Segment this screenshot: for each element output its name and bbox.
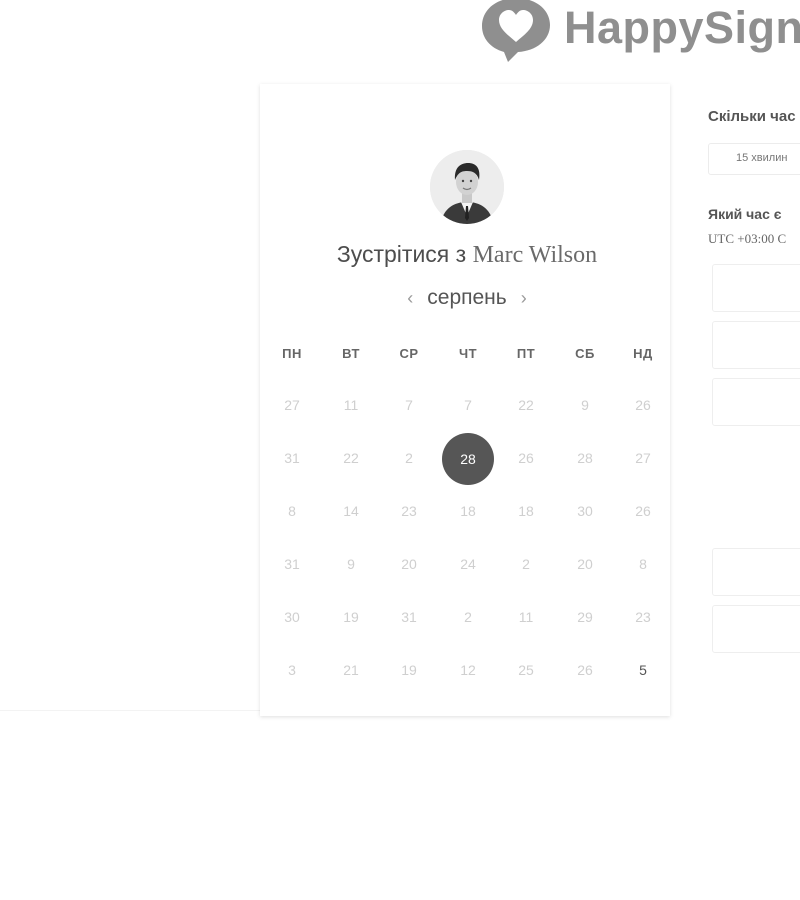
calendar-day: 26: [635, 503, 651, 519]
calendar-day: 11: [518, 609, 534, 625]
time-slot[interactable]: [712, 378, 800, 426]
calendar-day: 31: [401, 609, 417, 625]
calendar-day: 23: [635, 609, 651, 625]
calendar-day: 30: [577, 503, 593, 519]
calendar-day: 2: [405, 450, 413, 466]
selected-date[interactable]: 28: [442, 433, 494, 485]
calendar-day: 2: [522, 556, 530, 572]
time-slot[interactable]: [712, 264, 800, 312]
chevron-left-icon[interactable]: ‹: [407, 286, 413, 310]
time-selection-panel: Скільки час 15 хвилин Який час є UTC +03…: [708, 100, 800, 700]
calendar-card: Зустрітися з Marc Wilson ‹ серпень › ПН В…: [260, 84, 670, 716]
calendar-day: 22: [518, 397, 534, 413]
calendar-day: 11: [343, 397, 359, 413]
weekday-label: ПН: [282, 346, 302, 361]
calendar-day: 20: [401, 556, 417, 572]
calendar-day[interactable]: 5: [618, 645, 668, 695]
meeting-title: Зустрітися з Marc Wilson: [260, 241, 674, 269]
calendar-day: 20: [577, 556, 593, 572]
booking-page: HappySign Зустрітися з Marc Wilson ‹ сер…: [0, 0, 800, 900]
calendar-day: 27: [635, 450, 651, 466]
chevron-right-icon[interactable]: ›: [521, 286, 527, 310]
weekday-label: ЧТ: [458, 346, 478, 361]
calendar-day: 31: [284, 556, 300, 572]
calendar-day: 7: [464, 397, 472, 413]
calendar-day: 31: [284, 450, 300, 466]
calendar-day: 23: [401, 503, 417, 519]
calendar-grid: 27 11 7 7 22 9 26 31 22 2 28 26 28 27 8 14 23 18 18 30 26 31 9…: [260, 384, 670, 704]
calendar-day: 21: [343, 662, 359, 678]
calendar-day: 26: [518, 450, 534, 466]
calendar-day: 26: [577, 662, 593, 678]
avatar: [430, 150, 504, 224]
brand-logo: HappySign: [478, 0, 800, 64]
weekday-label: СР: [399, 346, 419, 361]
duration-question: Скільки час: [708, 108, 796, 125]
calendar-day: 19: [401, 662, 417, 678]
weekday-label: ВТ: [342, 346, 360, 361]
calendar-day: 25: [518, 662, 534, 678]
weekday-label: СБ: [575, 346, 595, 361]
duration-option[interactable]: 15 хвилин: [736, 152, 787, 164]
time-question: Який час є: [708, 206, 782, 222]
calendar-day: 29: [577, 609, 593, 625]
calendar-day: 8: [288, 503, 296, 519]
calendar-day: 30: [284, 609, 300, 625]
month-navigation: ‹ серпень ›: [260, 286, 674, 310]
person-avatar: [430, 150, 504, 224]
heart-chat-bubble-icon: [482, 0, 550, 62]
duration-selector[interactable]: 15 хвилин: [708, 143, 800, 175]
calendar-day: 14: [343, 503, 359, 519]
month-label: серпень: [427, 286, 507, 309]
calendar-day: 24: [460, 556, 476, 572]
calendar-day: 26: [635, 397, 651, 413]
calendar-day: 18: [460, 503, 476, 519]
calendar-day: 27: [284, 397, 300, 413]
left-backdrop: [0, 84, 262, 711]
calendar-day: 18: [518, 503, 534, 519]
time-slot[interactable]: [712, 548, 800, 596]
time-slot[interactable]: [712, 605, 800, 653]
calendar-day: 9: [581, 397, 589, 413]
time-slot[interactable]: [712, 321, 800, 369]
weekday-label: НД: [633, 346, 653, 361]
brand-name: HappySign: [564, 1, 800, 53]
meeting-title-prefix: Зустрітися з: [336, 241, 467, 267]
calendar-day: 9: [347, 556, 355, 572]
calendar-day: 22: [343, 450, 359, 466]
weekday-label: ПТ: [516, 346, 536, 361]
timezone-label[interactable]: UTC +03:00 С: [708, 231, 786, 247]
calendar-day: 7: [405, 397, 413, 413]
calendar-day: 2: [464, 609, 472, 625]
calendar-day: 19: [343, 609, 359, 625]
calendar-day: 12: [460, 662, 476, 678]
calendar-day: 8: [639, 556, 647, 572]
calendar-day: 3: [288, 662, 296, 678]
host-name: Marc Wilson: [472, 242, 598, 268]
calendar-day: 28: [577, 450, 593, 466]
